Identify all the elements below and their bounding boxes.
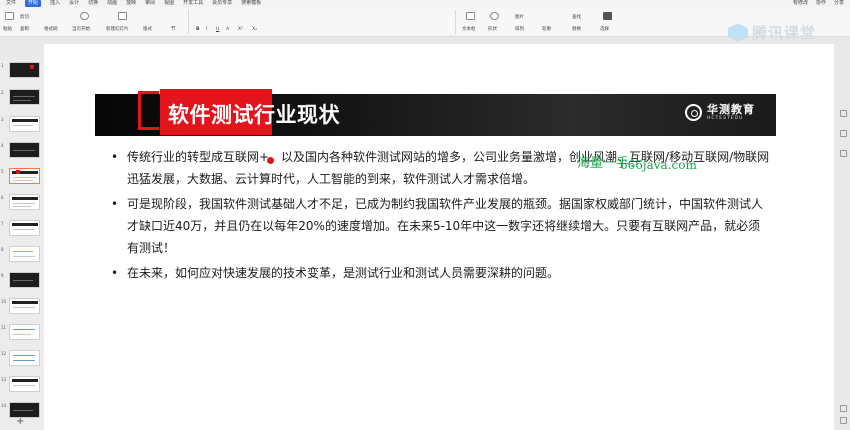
slide-thumbnail[interactable] [9,324,40,340]
laser-pointer-dot [267,157,274,164]
textbox-label[interactable]: 文本框 [462,27,476,33]
slide-thumbnail[interactable] [9,376,40,392]
tool-icon[interactable] [840,405,847,412]
italic-button[interactable]: I [206,27,207,33]
brand-subtitle: HCTESTEDU [707,116,744,121]
superscript-button[interactable]: X² [238,27,243,33]
menu-member[interactable]: 会员专享 [212,0,232,7]
new-slide-label[interactable]: 新建幻灯片 [106,27,129,33]
right-tool-strip [838,60,850,430]
menu-developer[interactable]: 开发工具 [183,0,203,7]
font-color-button[interactable]: A [226,27,229,33]
slide-thumbnail-panel[interactable]: 1 2 3 4 5 6 7 8 9 10 11 12 13 14 [0,58,44,430]
picture-label[interactable]: 图片 [515,15,524,21]
menu-transition[interactable]: 切换 [88,0,98,7]
add-slide-icon[interactable]: + [16,416,24,427]
slide-number: 14 [1,403,7,408]
brand-name: 华测教育 [707,103,755,116]
slide-number: 5 [1,169,4,174]
replace-label[interactable]: 替换 [572,27,581,33]
slide-thumbnail[interactable] [9,220,40,236]
red-annotation-bracket [138,91,159,130]
menu-file[interactable]: 文件 [6,0,16,7]
slide-number: 9 [1,273,4,278]
slide-number: 8 [1,247,4,252]
shape-icon[interactable] [490,12,499,20]
slide-number: 11 [1,325,7,330]
copy-label[interactable]: 复制 [20,27,29,33]
cut-label[interactable]: 剪切 [20,15,29,21]
bullet-item: 可是现阶段，我国软件测试基础人才不足，已成为制约我国软件产业发展的瓶颈。据国家权… [110,193,770,259]
menu-review[interactable]: 审阅 [145,0,155,7]
slide-thumbnail[interactable] [9,142,40,158]
play-icon[interactable] [80,12,89,20]
find-label[interactable]: 查找 [572,15,581,21]
modified-status: 有修改 [792,0,808,6]
tool-icon[interactable] [840,110,847,117]
bold-button[interactable]: B [196,27,199,33]
menu-design[interactable]: 设计 [69,0,79,7]
slide-thumbnail[interactable] [9,272,40,288]
menu-bar: 文件 开始 插入 设计 切换 动画 放映 审阅 视图 开发工具 会员专享 搜索模… [0,0,850,7]
new-slide-icon[interactable] [118,12,127,20]
slide-thumbnail-active[interactable] [9,168,40,184]
slide-title[interactable]: 软件测试行业现状 [168,101,340,129]
cube-logo-icon [728,23,748,42]
menu-animation[interactable]: 动画 [107,0,117,7]
collaborate-button[interactable]: 协作 [816,0,826,7]
overlay-watermark-url: 666java.com [620,158,697,172]
search-template[interactable]: 搜索模板 [241,0,261,7]
slide-number: 4 [1,143,4,148]
watermark-text: 腾讯课堂 [752,24,817,42]
slide-thumbnail[interactable] [9,402,40,418]
slide-number: 13 [1,377,7,382]
slide-thumbnail[interactable] [9,89,40,105]
select-icon[interactable] [603,12,612,20]
paste-label[interactable]: 粘贴 [3,27,12,33]
subscript-button[interactable]: X₂ [252,27,257,33]
menu-insert[interactable]: 插入 [50,0,60,7]
brand-logo-icon [685,104,702,121]
menu-view[interactable]: 视图 [164,0,174,7]
section-label[interactable]: 节 [171,27,176,33]
menu-home[interactable]: 开始 [25,0,42,7]
tool-icon[interactable] [840,130,847,137]
menu-slideshow[interactable]: 放映 [126,0,136,7]
tool-icon[interactable] [840,150,847,157]
slide-thumbnail[interactable] [9,62,40,78]
from-current-label[interactable]: 当页开始 [72,27,90,33]
slide-number: 2 [1,90,4,95]
ribbon-toolbar: 粘贴 剪切 复制 格式刷 当页开始 新建幻灯片 版式 节 B I U A X² … [0,7,850,42]
arrange-label[interactable]: 排列 [515,27,524,33]
share-button[interactable]: 分享 [834,0,844,7]
bullet-item: 在未来，如何应对快速发展的技术变革，是测试行业和测试人员需要深耕的问题。 [110,262,770,284]
tool-icon[interactable] [840,417,847,424]
slide-thumbnail[interactable] [9,298,40,314]
format-painter-label[interactable]: 格式刷 [44,27,58,33]
shape-label[interactable]: 形状 [488,27,497,33]
layout-label[interactable]: 版式 [143,27,152,33]
textbox-icon[interactable] [466,12,475,20]
slide-thumbnail[interactable] [9,246,40,262]
slide-number: 10 [1,299,7,304]
tencent-classroom-watermark: 腾讯课堂 [728,22,816,43]
slide-thumbnail[interactable] [9,350,40,366]
slide-number: 7 [1,221,4,226]
brand-logo: 华测教育 HCTESTEDU [685,104,755,121]
slide-number: 3 [1,117,4,122]
select-label[interactable]: 选择 [600,27,609,33]
outline-label[interactable]: 轮廓 [542,27,551,33]
slide-number: 1 [1,63,4,68]
paste-icon[interactable] [5,12,14,20]
slide-number: 12 [1,351,7,356]
slide-number: 6 [1,195,4,200]
slide-thumbnail[interactable] [9,194,40,210]
slide-thumbnail[interactable] [9,116,40,132]
underline-button[interactable]: U [216,27,219,33]
